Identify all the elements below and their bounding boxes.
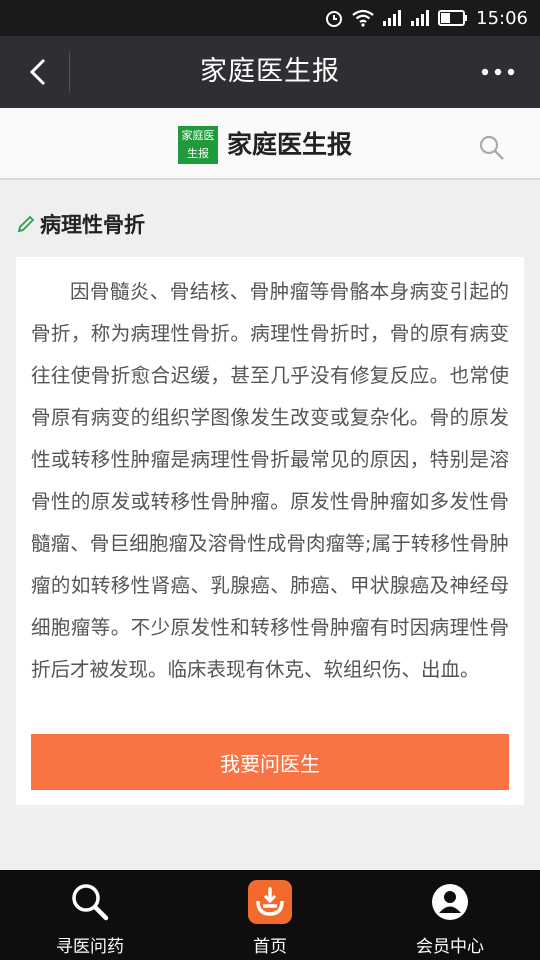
pencil-icon [17, 215, 35, 233]
battery-icon [438, 10, 468, 26]
article-title: 病理性骨折 [16, 204, 145, 244]
bottom-nav: 寻医问药 首页 会员中心 [0, 870, 540, 960]
nav-label-home: 首页 [253, 937, 287, 957]
search-icon[interactable] [478, 134, 506, 162]
brand-header: 家庭医生报 家庭医生报 [0, 108, 540, 180]
alarm-icon [324, 8, 344, 28]
wifi-icon [352, 9, 374, 27]
app-titlebar: 家庭医生报 [0, 36, 540, 108]
more-horizontal-icon[interactable] [478, 52, 518, 92]
nav-item-member[interactable]: 会员中心 [360, 870, 540, 960]
home-icon [248, 880, 292, 924]
nav-label-member: 会员中心 [416, 937, 484, 957]
clock: 15:06 [476, 7, 528, 29]
article-body: 因骨髓炎、骨结核、骨肿瘤等骨骼本身病变引起的骨折，称为病理性骨折。病理性骨折时，… [31, 280, 509, 681]
brand-name: 家庭医生报 [227, 130, 353, 159]
article-title-text: 病理性骨折 [40, 213, 145, 237]
nav-label-search: 寻医问药 [56, 937, 124, 957]
status-bar: 15:06 [0, 0, 540, 36]
signal-icon [410, 9, 430, 27]
brand-logo[interactable]: 家庭医生报 [178, 126, 218, 164]
ask-doctor-button[interactable]: 我要问医生 [31, 734, 509, 790]
user-icon [428, 880, 472, 924]
search-icon [68, 880, 112, 924]
page-title: 家庭医生报 [200, 56, 340, 87]
nav-item-search[interactable]: 寻医问药 [0, 870, 180, 960]
nav-item-home[interactable]: 首页 [180, 870, 360, 960]
article-card: 因骨髓炎、骨结核、骨肿瘤等骨骼本身病变引起的骨折，称为病理性骨折。病理性骨折时，… [16, 257, 524, 805]
signal-icon [382, 9, 402, 27]
